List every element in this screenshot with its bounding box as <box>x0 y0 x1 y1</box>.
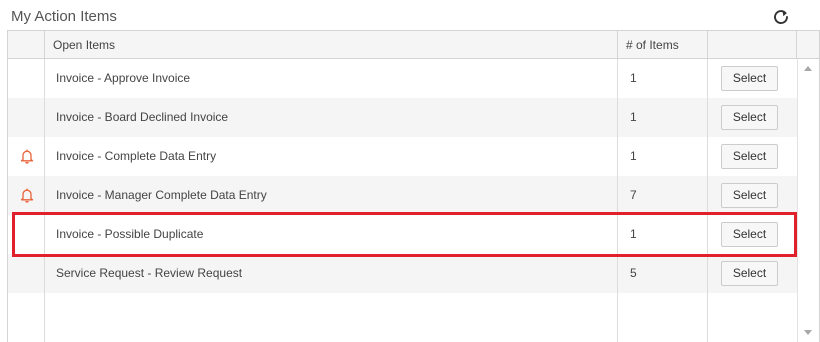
vertical-scrollbar[interactable] <box>797 59 819 342</box>
row-item-name: Invoice - Board Declined Invoice <box>45 98 618 137</box>
header-icon-column <box>8 31 45 59</box>
table-row: Service Request - Review Request 5 Selec… <box>8 254 797 293</box>
row-item-name: Invoice - Possible Duplicate <box>45 215 618 254</box>
row-icon-cell <box>8 215 45 254</box>
empty-grid-area <box>618 293 708 342</box>
row-action-cell: Select <box>708 215 797 254</box>
row-icon-cell <box>8 176 45 215</box>
row-item-name: Invoice - Approve Invoice <box>45 59 618 98</box>
table-row: Invoice - Manager Complete Data Entry 7 … <box>8 176 797 215</box>
row-action-cell: Select <box>708 98 797 137</box>
row-item-count: 1 <box>618 215 708 254</box>
row-action-cell: Select <box>708 254 797 293</box>
row-icon-cell <box>8 98 45 137</box>
grid-header: Open Items # of Items <box>8 31 819 59</box>
header-action-column <box>708 31 797 59</box>
row-icon-cell <box>8 137 45 176</box>
select-button[interactable]: Select <box>721 222 778 247</box>
table-row: Invoice - Approve Invoice 1 Select <box>8 59 797 98</box>
row-item-name: Service Request - Review Request <box>45 254 618 293</box>
table-row: Invoice - Possible Duplicate 1 Select <box>8 215 797 254</box>
empty-grid-area <box>8 293 45 342</box>
bell-icon <box>20 188 34 203</box>
header-open-items[interactable]: Open Items <box>45 31 618 59</box>
header-item-count[interactable]: # of Items <box>618 31 708 59</box>
row-item-count: 1 <box>618 98 708 137</box>
row-item-count: 7 <box>618 176 708 215</box>
scroll-down-arrow-icon[interactable] <box>804 330 812 335</box>
table-row: Invoice - Board Declined Invoice 1 Selec… <box>8 98 797 137</box>
empty-grid-area <box>45 293 618 342</box>
row-action-cell: Select <box>708 176 797 215</box>
select-button[interactable]: Select <box>721 183 778 208</box>
row-item-name: Invoice - Manager Complete Data Entry <box>45 176 618 215</box>
row-icon-cell <box>8 59 45 98</box>
bell-icon <box>20 149 34 164</box>
panel-title: My Action Items <box>11 8 117 25</box>
header-scroll-gap <box>797 31 819 59</box>
action-items-grid: Open Items # of Items Invoice - Approve … <box>7 30 820 342</box>
select-button[interactable]: Select <box>721 66 778 91</box>
row-item-count: 5 <box>618 254 708 293</box>
table-row: Invoice - Complete Data Entry 1 Select <box>8 137 797 176</box>
refresh-icon[interactable] <box>771 7 791 27</box>
scroll-up-arrow-icon[interactable] <box>804 66 812 71</box>
row-item-count: 1 <box>618 137 708 176</box>
select-button[interactable]: Select <box>721 144 778 169</box>
select-button[interactable]: Select <box>721 261 778 286</box>
row-action-cell: Select <box>708 59 797 98</box>
row-icon-cell <box>8 254 45 293</box>
row-action-cell: Select <box>708 137 797 176</box>
row-item-name: Invoice - Complete Data Entry <box>45 137 618 176</box>
row-item-count: 1 <box>618 59 708 98</box>
select-button[interactable]: Select <box>721 105 778 130</box>
